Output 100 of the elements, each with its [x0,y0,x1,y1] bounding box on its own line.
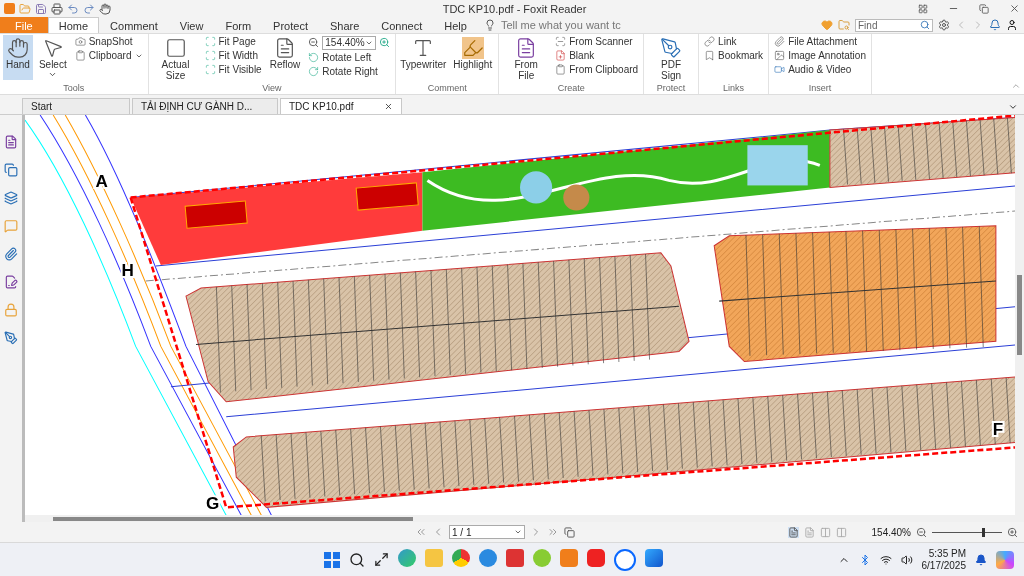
group-label: Protect [655,83,687,94]
ribbon-button[interactable]: Link [702,35,766,48]
ribbon-button[interactable]: Highlight [450,35,496,80]
pen-icon[interactable] [4,331,18,345]
circle-app-icon[interactable] [479,548,498,567]
ribbon-button[interactable]: Hand [3,35,33,80]
ribbon-button[interactable]: Fit Width [202,49,264,62]
ribbon-tab[interactable]: Help [433,17,478,33]
group-label: Comment [426,83,468,94]
ribbon-button[interactable]: Actual Size [151,35,200,83]
redo-icon[interactable] [83,2,95,15]
page-icon [164,37,187,59]
paperclip-icon [774,36,786,47]
tell-me-field[interactable]: Tell me what you want tc [498,17,633,33]
zoom-in-icon[interactable] [379,37,391,48]
group-label: Links [722,83,746,94]
facing-pages-icon[interactable] [819,526,831,538]
ribbon-button[interactable]: Rotate Left [306,51,393,64]
group-label: Create [556,83,586,94]
link-icon [704,36,716,47]
first-page-icon[interactable] [415,526,427,538]
ribbon-button[interactable]: From Clipboard [553,63,641,76]
ribbon-tab[interactable]: Home [47,17,100,33]
restore-icon[interactable] [979,3,989,14]
photos-app-icon[interactable] [645,548,664,567]
ribbon-button[interactable]: Blank [553,49,641,62]
ribbon-tab[interactable]: Form [214,17,263,33]
ribbon-tab[interactable]: Share [318,17,371,33]
close-icon[interactable] [1009,3,1020,14]
slider-thumb[interactable] [982,527,986,537]
fit-icon [204,36,216,47]
caret-icon [48,70,58,79]
bell-icon[interactable] [989,19,1001,31]
clipboard-icon [555,64,567,75]
ribbon-button[interactable]: SnapShot [72,35,145,48]
square-app-icon[interactable] [506,548,525,567]
ribbon-button[interactable]: Image Annotation [772,49,868,62]
clipboard-icon [74,50,86,61]
ribbon-button[interactable]: Clipboard [72,49,145,62]
ribbon-button[interactable]: File Attachment [772,35,868,48]
lock-icon[interactable] [4,303,18,317]
ribbon-button[interactable]: Typewriter [399,35,448,80]
hand-icon[interactable] [99,2,111,15]
undo-icon[interactable] [67,2,79,15]
fit-icon [204,64,216,75]
group-label: Insert [807,83,833,94]
ribbon-button[interactable]: Audio & Video [772,63,868,76]
paperclip-icon[interactable] [4,247,18,261]
close-icon[interactable] [384,102,393,111]
page-field[interactable]: 1 / 1 [449,525,525,539]
ribbon-button[interactable]: Fit Page [202,35,264,48]
pen-icon [660,37,683,59]
ribbon-button[interactable]: Rotate Right [306,65,393,78]
play-app-icon[interactable] [587,548,606,567]
heart-icon[interactable] [821,19,833,31]
signature-icon[interactable] [4,275,18,289]
highlighter-icon [461,37,484,59]
continuous-facing-icon[interactable] [835,526,847,538]
camera-icon [74,36,86,47]
ribbon-tab[interactable]: Comment [99,17,169,33]
user-icon[interactable] [1006,19,1018,31]
print-icon[interactable] [51,2,63,15]
zoom-out-icon[interactable] [308,37,320,48]
document-tab[interactable]: TẢI ĐỊNH CƯ GÀNH D... [132,98,278,114]
rotate-left-icon [308,52,320,63]
ribbon-button[interactable]: Fit Visible [202,63,264,76]
zoom-field[interactable]: 154.40% [322,35,377,50]
scanner-icon [555,36,567,47]
bell-icon[interactable] [975,553,987,566]
pages-icon[interactable] [4,163,18,177]
group-label: Tools [62,83,86,94]
ribbon-button[interactable]: Bookmark [702,49,766,62]
hand-icon [6,37,29,59]
copy-icon[interactable] [564,526,575,538]
single-page-icon[interactable] [787,526,799,538]
find-field[interactable]: Find [855,18,933,32]
page-icon[interactable] [4,135,18,149]
grid-icon[interactable] [918,3,928,14]
ribbon-button[interactable]: Select [35,35,70,81]
ribbon-tab[interactable]: View [168,17,215,33]
document-tab[interactable]: Start [22,98,130,114]
zoom-in-icon[interactable] [1007,526,1018,538]
ribbon-button[interactable]: Reflow [266,35,304,80]
settings-icon[interactable] [938,19,950,31]
ribbon-button[interactable]: PDF Sign [647,35,696,83]
save-icon[interactable] [35,2,47,15]
ribbon-tab[interactable]: Connect [370,17,434,33]
fit-icon [204,50,216,61]
ribbon-button[interactable]: From Scanner [553,35,641,48]
document-tab[interactable]: TDC KP10.pdf [280,98,402,114]
app-logo-icon [4,3,15,14]
speaker-icon[interactable] [900,553,913,566]
zoom-out-icon[interactable] [916,526,927,538]
last-page-icon[interactable] [547,526,559,538]
wifi-icon[interactable] [879,553,892,566]
clock[interactable]: 5:35 PM 6/17/2025 [921,547,966,572]
ribbon-tab[interactable]: Protect [262,17,319,33]
ribbon-button[interactable]: From File [502,35,551,83]
corner-label: F [992,419,1004,439]
layers-icon[interactable] [4,191,18,205]
